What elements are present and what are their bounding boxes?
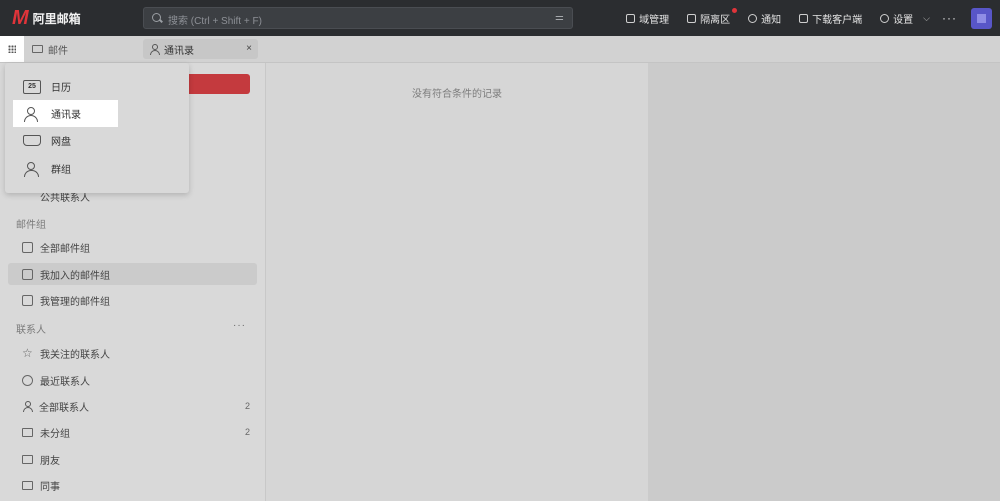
section-title-mail-groups: 邮件组 [16,220,46,231]
group-icon [23,161,41,177]
download-client-button[interactable]: 下载客户端 [799,11,862,26]
apps-menu-item-groups[interactable]: 群组 [13,155,118,182]
sidebar-item-label: 最近联系人 [40,376,90,388]
top-bar: M 阿里邮箱 搜索 (Ctrl + Shift + F) ⚌ 域管理 隔离区 通… [0,0,1000,36]
sidebar-item-recent-contacts[interactable]: 最近联系人 [8,369,257,391]
apps-menu-item-drive[interactable]: 网盘 [13,127,118,154]
sidebar-item-label: 我管理的邮件组 [40,296,110,308]
avatar[interactable] [971,7,992,29]
folder-icon [22,454,33,464]
person-icon [22,401,33,412]
apps-grid-button[interactable] [0,36,24,62]
sidebar-item-label: 未分组 [40,428,70,440]
close-icon[interactable]: × [246,43,252,54]
settings-button[interactable]: 设置 [880,11,913,26]
filter-icon[interactable]: ⚌ [555,12,564,23]
quarantine-label: 隔离区 [700,14,731,26]
tab-mail[interactable]: 邮件 [32,39,68,59]
grid-icon [8,45,16,53]
sidebar-item-label: 我关注的联系人 [40,349,110,361]
contacts-icon [23,106,41,122]
envelope-icon [32,45,43,53]
count-badge: 2 [244,401,250,411]
star-icon: ☆ [22,345,33,360]
calendar-icon: 25 [23,79,41,94]
apps-menu-item-contacts[interactable]: 通讯录 [13,100,118,127]
sidebar-item-managed-mail-groups[interactable]: 我管理的邮件组 [8,289,257,311]
gear-icon [880,13,890,23]
clock-icon [22,374,33,386]
sidebar-item-all-contacts[interactable]: 全部联系人 2 [8,395,257,417]
logo-mark: M [12,7,29,29]
download-icon [799,13,809,23]
apps-menu-item-label: 通讯录 [51,110,81,121]
more-button[interactable]: ··· [942,11,957,25]
search-placeholder: 搜索 (Ctrl + Shift + F) [168,16,262,27]
notification-dot [732,7,738,13]
count-badge: 2 [244,427,250,437]
contacts-icon [149,44,160,55]
notify-label: 通知 [761,14,782,26]
apps-menu-item-label: 网盘 [51,137,71,148]
sidebar-item-ungrouped[interactable]: 未分组 2 [8,421,257,443]
notify-button[interactable]: 通知 [748,11,781,26]
sidebar-item-label: 朋友 [40,455,60,467]
download-client-label: 下载客户端 [812,14,863,26]
tab-contacts[interactable]: 通讯录 × [143,39,258,59]
sidebar-item-label: 同事 [40,481,60,493]
apps-menu-item-calendar[interactable]: 25 日历 [13,73,118,100]
more-icon[interactable]: ··· [233,320,246,331]
domain-admin-button[interactable]: 域管理 [626,11,669,26]
bell-icon [748,13,758,23]
tab-mail-label: 邮件 [48,45,68,57]
new-contact-button[interactable] [180,74,250,94]
quarantine-button[interactable]: 隔离区 [687,7,738,26]
sidebar-item-label: 全部邮件组 [40,243,90,255]
contact-list-panel: 没有符合条件的记录 [266,63,648,501]
sidebar-item-colleagues[interactable]: 同事 [8,474,257,496]
empty-state-text: 没有符合条件的记录 [412,89,502,100]
sidebar-item-label: 全部联系人 [39,402,89,414]
apps-menu-item-label: 群组 [51,165,71,176]
section-title-contacts: 联系人 ··· [16,320,256,336]
folder-icon [22,427,33,437]
search-icon [152,13,161,22]
chevron-down-icon[interactable]: ⌵ [923,13,930,24]
drive-icon [23,135,41,146]
sidebar-item-all-mail-groups[interactable]: 全部邮件组 [8,236,257,258]
sidebar-item-label: 我加入的邮件组 [40,270,110,282]
detail-panel [648,63,1000,501]
folder-icon [22,480,33,490]
search-input[interactable]: 搜索 (Ctrl + Shift + F) ⚌ [143,7,573,29]
apps-menu: 25 日历 通讯录 网盘 群组 [5,63,189,193]
apps-menu-item-label: 日历 [51,83,71,94]
tab-contacts-label: 通讯录 [164,45,194,57]
tab-bar: 邮件 通讯录 × [0,36,1000,63]
domain-admin-label: 域管理 [639,14,670,26]
settings-label: 设置 [893,14,914,26]
sidebar-item-joined-mail-groups[interactable]: 我加入的邮件组 [8,263,257,285]
logo-text: 阿里邮箱 [32,11,81,26]
wrench-icon [626,13,636,23]
mail-group-icon [22,294,33,306]
mail-group-icon [22,268,33,280]
sidebar-item-starred-contacts[interactable]: ☆ 我关注的联系人 [8,342,257,364]
mail-group-icon [22,241,33,253]
top-actions: 域管理 隔离区 通知 下载客户端 设置 ⌵ ··· [626,0,1000,36]
section-title-contacts-label: 联系人 [16,325,46,336]
sidebar-item-friends[interactable]: 朋友 [8,448,257,470]
app-logo[interactable]: M 阿里邮箱 [12,8,81,28]
shield-icon [687,13,697,23]
